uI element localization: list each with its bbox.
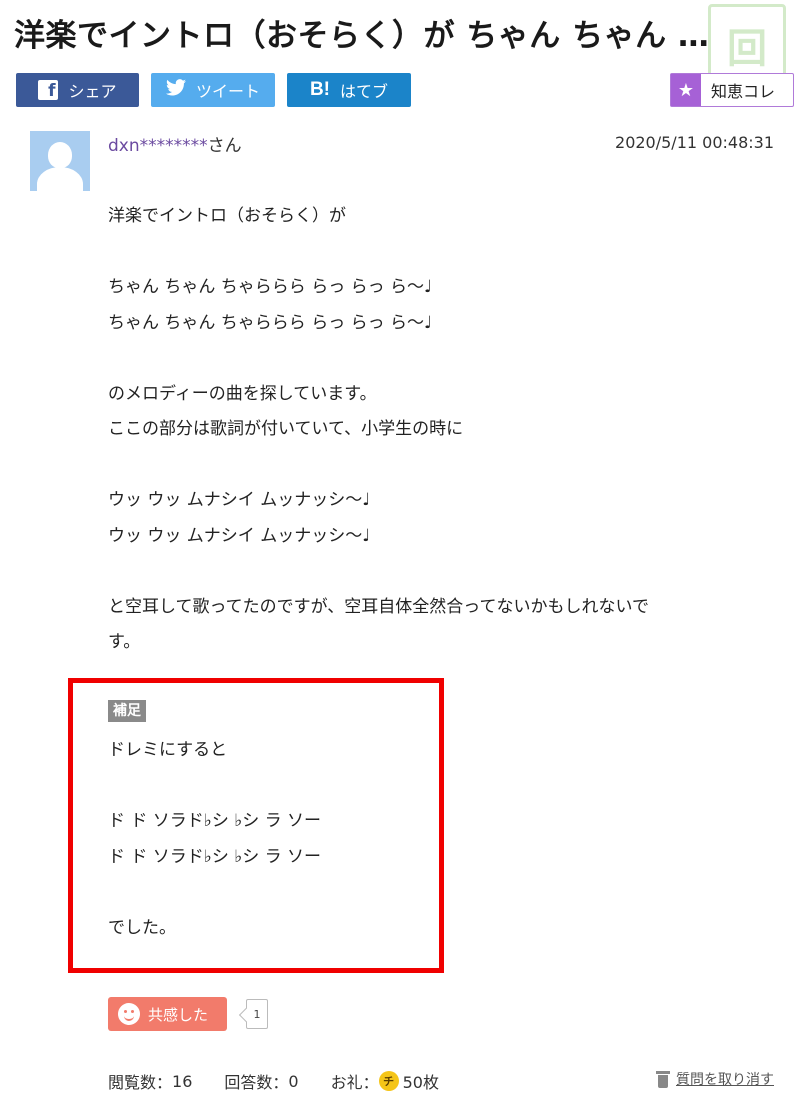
question-line: ウッ ウッ ムナシイ ムッナッシ～♩ bbox=[108, 490, 371, 510]
author-name[interactable]: dxn******** bbox=[108, 136, 208, 156]
facebook-icon: f bbox=[38, 80, 59, 100]
supplement-label: 補足 bbox=[108, 700, 146, 722]
cancel-question-link[interactable]: 質問を取り消す bbox=[656, 1069, 774, 1089]
empathy-button[interactable]: 共感した bbox=[108, 997, 227, 1031]
question-line: ウッ ウッ ムナシイ ムッナッシ～♩ bbox=[108, 525, 371, 546]
empathy-count: 1 bbox=[246, 999, 268, 1029]
question-line: のメロディーの曲を探しています。 bbox=[108, 383, 377, 404]
reward-label: お礼： bbox=[330, 1073, 379, 1092]
twitter-share-label: ツイート bbox=[195, 82, 260, 101]
reward-stat: お礼： チ 50枚 bbox=[331, 1069, 439, 1093]
smile-icon bbox=[118, 1003, 140, 1025]
default-avatar-icon[interactable] bbox=[30, 131, 90, 191]
supplement-line: ドレミにすると bbox=[108, 740, 228, 760]
facebook-share-button[interactable]: f シェア bbox=[16, 73, 139, 107]
question-line: す。 bbox=[108, 632, 141, 652]
views-count: 16 bbox=[172, 1071, 193, 1091]
supplement-line: ド ド ソラド♭シ ♭シ ラ ソー bbox=[108, 846, 322, 867]
hatena-bookmark-button[interactable]: B! はてブ bbox=[287, 73, 411, 107]
supplement-line: でした。 bbox=[108, 917, 176, 938]
answers-stat: 回答数： 0 bbox=[224, 1069, 298, 1093]
question-line: ここの部分は歌詞が付いていて、小学生の時に bbox=[108, 419, 464, 439]
star-icon: ★ bbox=[671, 74, 701, 106]
question-line: ちゃん ちゃん ちゃららら らっ らっ ら～♩ bbox=[108, 277, 433, 297]
question-line: と空耳して歌ってたのですが、空耳自体全然合ってないかもしれないで bbox=[108, 596, 649, 617]
question-author[interactable]: dxn********さん bbox=[108, 131, 242, 156]
hatena-bookmark-label: はてブ bbox=[340, 82, 389, 101]
supplement-line: ド ド ソラド♭シ ♭シ ラ ソー bbox=[108, 811, 322, 831]
views-label: 閲覧数： bbox=[108, 1073, 173, 1092]
chiekore-button[interactable]: ★ 知恵コレ bbox=[670, 73, 794, 107]
question-line: ちゃん ちゃん ちゃららら らっ らっ ら～♩ bbox=[108, 312, 433, 333]
author-suffix: さん bbox=[207, 136, 242, 156]
twitter-share-button[interactable]: ツイート bbox=[151, 73, 275, 107]
question-body: 洋楽でイントロ（おそらく）が ちゃん ちゃん ちゃららら らっ らっ ら～♩ ち… bbox=[108, 199, 758, 661]
question-line: 洋楽でイントロ（おそらく）が bbox=[108, 206, 346, 226]
posted-datetime: 2020/5/11 00:48:31 bbox=[615, 133, 774, 152]
views-stat: 閲覧数： 16 bbox=[108, 1069, 192, 1093]
supplement-body: ドレミにすると ド ド ソラド♭シ ♭シ ラ ソー ド ド ソラド♭シ ♭シ ラ… bbox=[108, 733, 438, 946]
coin-icon: チ bbox=[378, 1071, 399, 1091]
twitter-bird-icon bbox=[165, 79, 186, 101]
answers-count: 0 bbox=[288, 1071, 299, 1091]
hatena-bookmark-icon: B! bbox=[309, 79, 331, 100]
reward-amount: 50枚 bbox=[402, 1073, 439, 1092]
question-stats: 閲覧数： 16 回答数： 0 お礼： チ 50枚 bbox=[108, 1069, 471, 1093]
answers-label: 回答数： bbox=[224, 1073, 289, 1092]
cancel-question-label: 質問を取り消す bbox=[676, 1072, 774, 1088]
chiekore-label: 知恵コレ bbox=[711, 82, 776, 101]
empathy-label: 共感した bbox=[148, 1005, 209, 1024]
facebook-share-label: シェア bbox=[68, 82, 117, 101]
page-title: 洋楽でイントロ（おそらく）が ちゃん ちゃん … bbox=[14, 18, 710, 54]
trash-icon bbox=[656, 1070, 670, 1088]
